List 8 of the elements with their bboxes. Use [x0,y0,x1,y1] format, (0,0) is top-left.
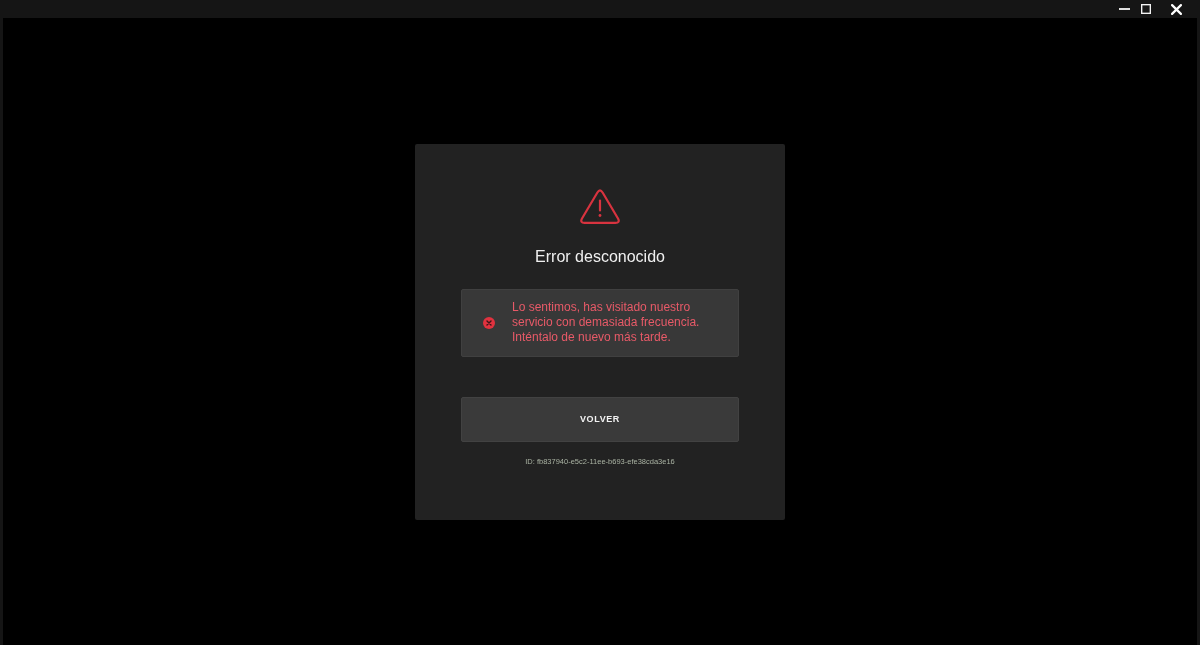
error-message: Lo sentimos, has visitado nuestro servicio con demasiada frecuencia. Inténtalo de nuevo más tarde. [512,300,701,345]
back-button[interactable]: VOLVER [461,396,739,442]
close-icon [1170,3,1182,15]
warning-icon [580,188,620,224]
minus-icon [1118,8,1130,10]
error-icon [483,316,495,329]
dialog-title: Error desconocido [535,246,665,267]
square-icon [1141,4,1151,14]
